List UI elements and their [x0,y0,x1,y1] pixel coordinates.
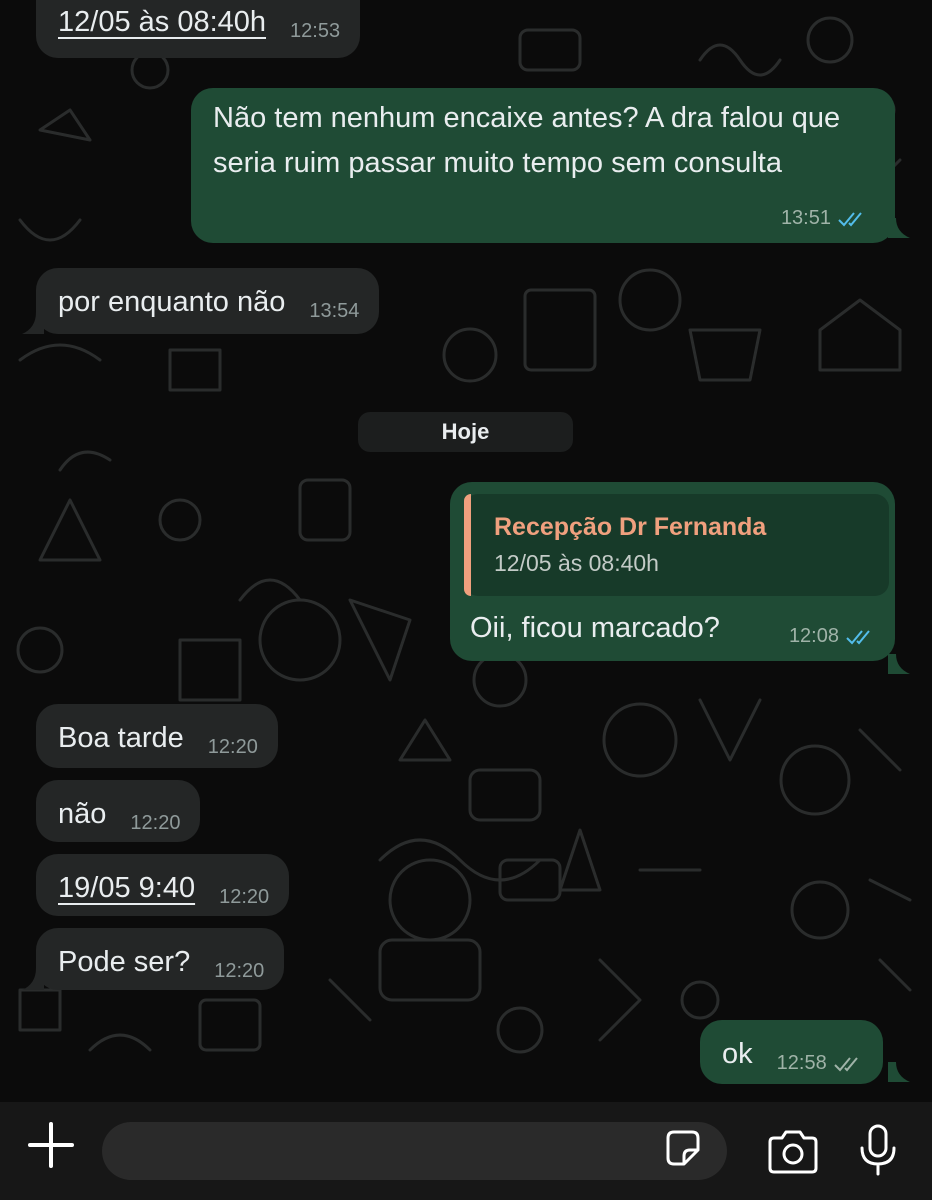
message-text: não [58,798,107,830]
quoted-message[interactable]: Recepção Dr Fernanda 12/05 às 08:40h [464,494,889,596]
message-bubble-outgoing[interactable]: Não tem nenhum encaixe antes? A dra falo… [191,88,895,243]
message-text: Oii, ficou marcado? [470,612,720,644]
message-bubble-outgoing[interactable]: Recepção Dr Fernanda 12/05 às 08:40h Oii… [450,482,895,661]
message-time: 13:51 [780,207,831,229]
bubble-tail [22,968,44,990]
camera-icon[interactable] [766,1130,820,1174]
message-text: Boa tarde [58,722,184,754]
read-receipt-icon [846,629,870,644]
bubble-tail [888,654,910,674]
bubble-tail [888,1062,910,1082]
message-text: Pode ser? [58,946,191,978]
message-bubble-incoming[interactable]: Boa tarde 12:20 [36,704,278,768]
message-text[interactable]: 19/05 9:40 [58,872,195,904]
delivered-receipt-icon [833,1056,858,1071]
message-bubble-incoming[interactable]: 12/05 às 08:40h 12:53 [36,0,361,58]
message-input[interactable] [102,1122,727,1180]
bubble-tail [888,218,910,238]
message-time: 12:58 [776,1052,827,1074]
plus-icon[interactable] [26,1120,76,1170]
message-text: Não tem nenhum encaixe antes? A dra falo… [213,102,841,179]
message-time: 12:20 [214,960,265,982]
message-bubble-incoming[interactable]: Pode ser? 12:20 [36,928,285,990]
message-time: 12:08 [788,625,839,647]
message-time: 12:20 [130,812,181,834]
quoted-author: Recepção Dr Fernanda [494,513,767,541]
message-meta: 12:58 [777,1041,863,1086]
message-text[interactable]: 12/05 às 08:40h [58,6,266,38]
message-meta: 12:08 [789,614,875,659]
microphone-icon[interactable] [858,1124,898,1176]
date-separator: Hoje [358,412,573,452]
message-bubble-outgoing[interactable]: ok 12:58 [700,1020,883,1084]
message-meta: 13:51 [781,196,867,241]
message-time: 13:54 [309,300,360,322]
chat-area[interactable]: 12/05 às 08:40h 12:53 Não tem nenhum enca… [0,0,932,1102]
bubble-tail [22,312,44,334]
message-bubble-incoming[interactable]: por enquanto não 13:54 [36,268,380,334]
read-receipt-icon [838,211,862,226]
message-text: por enquanto não [58,286,286,318]
message-time: 12:53 [290,20,341,42]
message-bubble-incoming[interactable]: não 12:20 [36,780,201,842]
message-time: 12:20 [207,736,258,758]
sticker-icon[interactable] [662,1128,704,1170]
quoted-text: 12/05 às 08:40h [494,550,659,576]
message-time: 12:20 [219,886,270,908]
message-bubble-incoming[interactable]: 19/05 9:40 12:20 [36,854,290,916]
message-text: ok [722,1038,753,1070]
